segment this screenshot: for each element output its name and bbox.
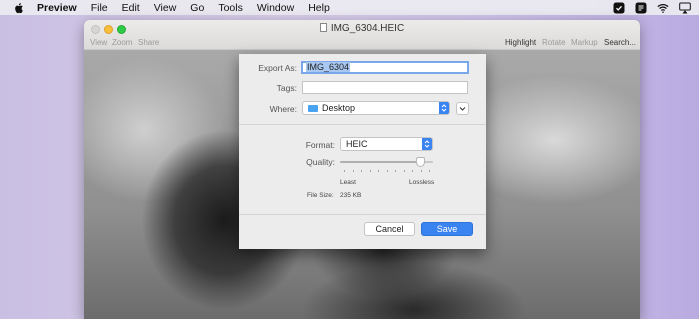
quality-tick [404,170,405,172]
menu-edit[interactable]: Edit [122,2,140,14]
file-size-value: 235 KB [340,192,362,199]
quality-tick [370,170,371,172]
format-arrows-icon [422,138,432,150]
quality-tick [361,170,362,172]
window-title-text: IMG_6304.HEIC [330,23,405,34]
export-as-label: Export As: [258,63,297,73]
menu-file[interactable]: File [91,2,108,14]
quality-tick [412,170,413,172]
toolbar-markup[interactable]: Markup [571,38,598,47]
menu-window[interactable]: Window [257,2,294,14]
quality-ticks [340,170,433,173]
quality-tick [387,170,388,172]
quality-slider[interactable] [340,156,433,170]
quality-slider-fill [340,161,421,163]
sheet-divider-top [239,124,486,125]
popup-arrows-icon [439,102,449,114]
chevron-down-icon [459,107,466,111]
quality-max-label: Lossless [409,179,435,186]
sheet-divider-bottom [239,214,486,215]
menu-view[interactable]: View [154,2,177,14]
toolbar-highlight[interactable]: Highlight [505,38,536,47]
format-value: HEIC [346,139,368,149]
toolbar-search[interactable]: Search... [604,38,636,47]
where-value: Desktop [322,103,356,113]
quality-tick [344,170,345,172]
airplay-icon[interactable] [679,2,691,14]
quality-tick [378,170,379,172]
quality-tick [353,170,354,172]
quality-label: Quality: [306,157,335,167]
quality-tick [429,170,430,172]
folder-icon [308,105,318,112]
menu-help[interactable]: Help [308,2,330,14]
menu-app-name[interactable]: Preview [37,2,77,14]
where-label: Where: [269,104,297,114]
export-sheet: Export As: IMG_6304 Tags: Where: Desktop… [239,54,486,249]
toolbar-rotate[interactable]: Rotate [542,38,566,47]
notes-icon[interactable] [635,2,647,14]
window-title: IMG_6304.HEIC [84,23,640,34]
quality-slider-knob[interactable] [416,157,425,167]
quality-tick [395,170,396,172]
tags-label: Tags: [276,83,297,93]
document-icon [319,23,327,32]
menu-tools[interactable]: Tools [218,2,243,14]
toolbar-share[interactable]: Share [138,38,159,47]
menu-bar: Preview File Edit View Go Tools Window H… [0,0,699,15]
toolbar-view[interactable]: View [90,38,107,47]
toolbar-zoom[interactable]: Zoom [112,38,132,47]
cancel-button[interactable]: Cancel [364,222,415,236]
status-area [603,0,699,15]
quality-min-label: Least [340,179,356,186]
export-as-input[interactable]: IMG_6304 [301,61,469,74]
quality-tick [421,170,422,172]
apple-icon[interactable] [13,2,24,14]
export-as-value: IMG_6304 [306,62,351,72]
expand-button[interactable] [456,102,469,115]
tags-input[interactable] [302,81,468,94]
format-label: Format: [305,140,335,150]
status-icon[interactable] [613,2,625,14]
where-popup[interactable]: Desktop [302,101,450,115]
save-button[interactable]: Save [421,222,473,236]
format-popup[interactable]: HEIC [340,137,433,151]
title-bar[interactable]: IMG_6304.HEIC View Zoom Share Highlight … [84,20,640,50]
menu-go[interactable]: Go [190,2,204,14]
wifi-icon[interactable] [657,2,669,14]
file-size-label: File Size: [307,192,334,199]
